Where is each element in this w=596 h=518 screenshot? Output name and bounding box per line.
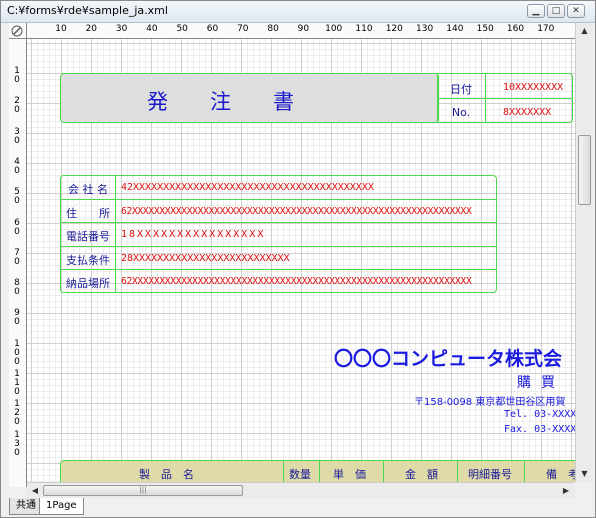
ruler-top-label: 10	[55, 24, 67, 34]
scroll-right-icon[interactable]: ▶	[558, 483, 574, 498]
col-detail-number: 明細番号	[468, 468, 512, 481]
title-bar: C:¥forms¥rde¥sample_ja.xml ▁ □ ✕	[1, 1, 595, 23]
vendor-address: 〒158-0098 東京都世田谷区用賀	[414, 397, 566, 408]
col-quantity: 数量	[289, 468, 311, 481]
ruler-top-label: 50	[176, 24, 188, 34]
sheet-tabs: 共通 1Page	[9, 498, 595, 517]
ruler-top-label: 90	[297, 24, 310, 34]
no-label: No.	[451, 106, 471, 119]
address-label: 住 所	[66, 207, 110, 220]
vendor-tel: Tel. 03-XXXX-	[504, 409, 575, 420]
scroll-down-icon[interactable]: ▼	[576, 466, 593, 482]
company-name-value: 42XXXXXXXXXXXXXXXXXXXXXXXXXXXXXXXXXXXXXX…	[121, 182, 374, 193]
ruler-top-label: 100	[325, 24, 343, 34]
horizontal-scroll-thumb[interactable]: |||	[43, 485, 243, 496]
vertical-ruler: 1 0 2 0 3 0 4 0 5 0 6 0 7 0 8 0 9 0 1 0 0 1 1 0 1 2…	[9, 39, 27, 487]
ruler-left-label: 1 1 0	[14, 369, 20, 397]
vendor-department: 購買	[517, 375, 565, 391]
horizontal-ruler: 10 20 30 40 50 60 70 80 90 100 110 120 130 140 150 160 1…	[27, 23, 575, 39]
delivery-place-label: 納品場所	[66, 277, 110, 290]
horizontal-scrollbar[interactable]: ◀ ||| ▶	[27, 482, 575, 498]
ruler-corner[interactable]	[9, 23, 27, 39]
ruler-left-label: 4 0	[14, 156, 20, 176]
col-amount: 金 額	[405, 468, 438, 481]
ruler-top-label: 70	[237, 24, 249, 34]
col-remarks: 備 考	[546, 468, 575, 481]
form-canvas[interactable]: 発 注 書 日付 10XXXXXXXX No. 8XXXXXXX 会 社 名 4…	[27, 39, 575, 482]
phone-value: 18XXXXXXXXXXXXXXXX	[121, 229, 266, 240]
pencil-icon	[11, 25, 23, 37]
ruler-top-label: 40	[146, 24, 158, 34]
ruler-top-label: 160	[506, 24, 525, 34]
tab-common[interactable]: 共通	[9, 498, 43, 515]
form-title: 発 注 書	[147, 90, 294, 114]
app-window: C:¥forms¥rde¥sample_ja.xml ▁ □ ✕ 10 20 30 4…	[0, 0, 596, 518]
close-button[interactable]: ✕	[567, 4, 585, 18]
vertical-scrollbar[interactable]: ▲ ▼	[575, 23, 593, 482]
ruler-top-label: 60	[206, 24, 219, 34]
ruler-top-label: 150	[476, 24, 494, 34]
tab-1page[interactable]: 1Page	[39, 498, 84, 515]
col-product-name: 製 品 名	[139, 468, 194, 481]
payment-terms-label: 支払条件	[66, 254, 110, 267]
scroll-left-icon[interactable]: ◀	[27, 483, 43, 498]
payment-terms-value: 28XXXXXXXXXXXXXXXXXXXXXXXXXX	[121, 253, 290, 264]
ruler-top-label: 20	[85, 24, 98, 34]
vendor-company-name: 〇〇〇コンピュータ株式会	[334, 348, 563, 370]
minimize-button[interactable]: ▁	[527, 4, 545, 18]
ruler-left-label: 8 0	[14, 278, 20, 298]
ruler-left-label: 2 0	[14, 96, 20, 116]
ruler-left-label: 6 0	[14, 217, 20, 237]
ruler-top-label: 120	[385, 24, 403, 34]
ruler-top-label: 170	[537, 24, 555, 34]
no-value: 8XXXXXXX	[503, 107, 552, 118]
ruler-left-label: 9 0	[14, 308, 20, 328]
date-label: 日付	[450, 83, 472, 96]
phone-label: 電話番号	[66, 230, 110, 243]
ruler-left-label: 3 0	[14, 126, 20, 146]
ruler-left-label: 1 0 0	[14, 338, 20, 367]
ruler-left-label: 7 0	[14, 247, 20, 267]
address-value: 62XXXXXXXXXXXXXXXXXXXXXXXXXXXXXXXXXXXXXX…	[121, 206, 472, 217]
vertical-scroll-thumb[interactable]	[578, 135, 591, 205]
ruler-top-label: 140	[446, 24, 464, 34]
ruler-top-label: 80	[267, 24, 279, 34]
delivery-place-value: 62XXXXXXXXXXXXXXXXXXXXXXXXXXXXXXXXXXXXXX…	[121, 276, 472, 287]
maximize-button[interactable]: □	[547, 4, 565, 18]
window-title: C:¥forms¥rde¥sample_ja.xml	[7, 4, 168, 17]
ruler-left-label: 1 2 0	[14, 399, 20, 428]
ruler-left-label: 1 3 0	[14, 429, 20, 458]
ruler-top-label: 110	[355, 24, 373, 34]
date-value: 10XXXXXXXX	[503, 82, 564, 93]
vendor-fax: Fax. 03-XXXX-	[504, 424, 575, 435]
ruler-left-label: 1 0	[14, 66, 20, 85]
ruler-top-label: 130	[416, 24, 434, 34]
ruler-top-label: 30	[115, 24, 128, 34]
col-unit-price: 単 価	[333, 468, 366, 481]
company-name-label: 会 社 名	[68, 183, 108, 196]
scroll-up-icon[interactable]: ▲	[576, 23, 593, 39]
ruler-left-label: 5 0	[14, 187, 20, 207]
